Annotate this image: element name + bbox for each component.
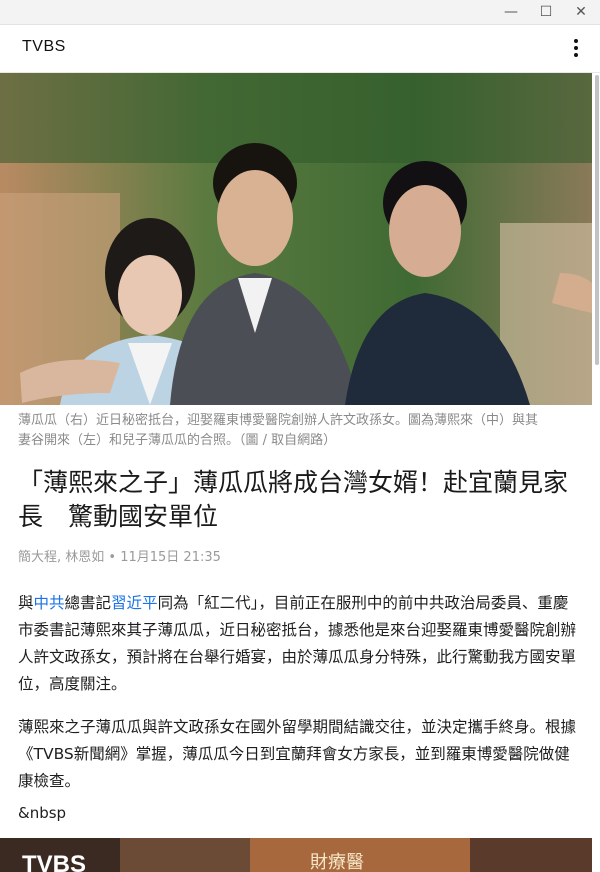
svg-text:TVBS: TVBS [22, 851, 86, 872]
scrollbar-thumb[interactable] [595, 75, 599, 365]
photo-caption: 薄瓜瓜（右）近日秘密抵台，迎娶羅東博愛醫院創辦人許文政孫女。圖為薄熙來（中）與其… [18, 413, 539, 448]
article-paragraph: 薄熙來之子薄瓜瓜與許文政孫女在國外留學期間結識交往，並決定攜手終身。根據《TVB… [18, 718, 577, 790]
more-vertical-icon[interactable] [566, 36, 586, 60]
app-header: TVBS [0, 25, 600, 73]
stray-text: &nbsp [18, 804, 67, 822]
window-titlebar: — ☐ ✕ [0, 0, 600, 25]
article-photo-2: TVBS 財療醫 [0, 838, 592, 872]
app-title: TVBS [22, 38, 66, 55]
tag-link-xi-jinping[interactable]: 習近平 [111, 594, 158, 612]
article-headline: 「薄熙來之子」薄瓜瓜將成台灣女婿！赴宜蘭見家長 驚動國安單位 [18, 468, 569, 531]
article-photo [0, 73, 592, 405]
photo2-sign-text: 財療醫 [310, 852, 364, 872]
article-paragraph: 與中共總書記習近平同為「紅二代」，目前正在服刑中的前中共政治局委員、重慶市委書記… [18, 590, 578, 698]
publish-date: 11月15日 21:35 [120, 550, 221, 565]
maximize-icon[interactable]: ☐ [531, 2, 561, 22]
article-byline: 簡大程, 林恩如 • 11月15日 21:35 [18, 546, 221, 565]
close-icon[interactable]: ✕ [566, 2, 596, 22]
paragraph-text: 與 [18, 594, 34, 612]
paragraph-text: 總書記 [64, 594, 112, 612]
author-names: 簡大程, 林恩如 [18, 550, 105, 565]
minimize-icon[interactable]: — [496, 2, 526, 22]
tag-link-ccp[interactable]: 中共 [34, 594, 65, 612]
article-scroll-area[interactable]: 薄瓜瓜（右）近日秘密抵台，迎娶羅東博愛醫院創辦人許文政孫女。圖為薄熙來（中）與其… [0, 73, 600, 872]
byline-separator: • [104, 550, 121, 565]
